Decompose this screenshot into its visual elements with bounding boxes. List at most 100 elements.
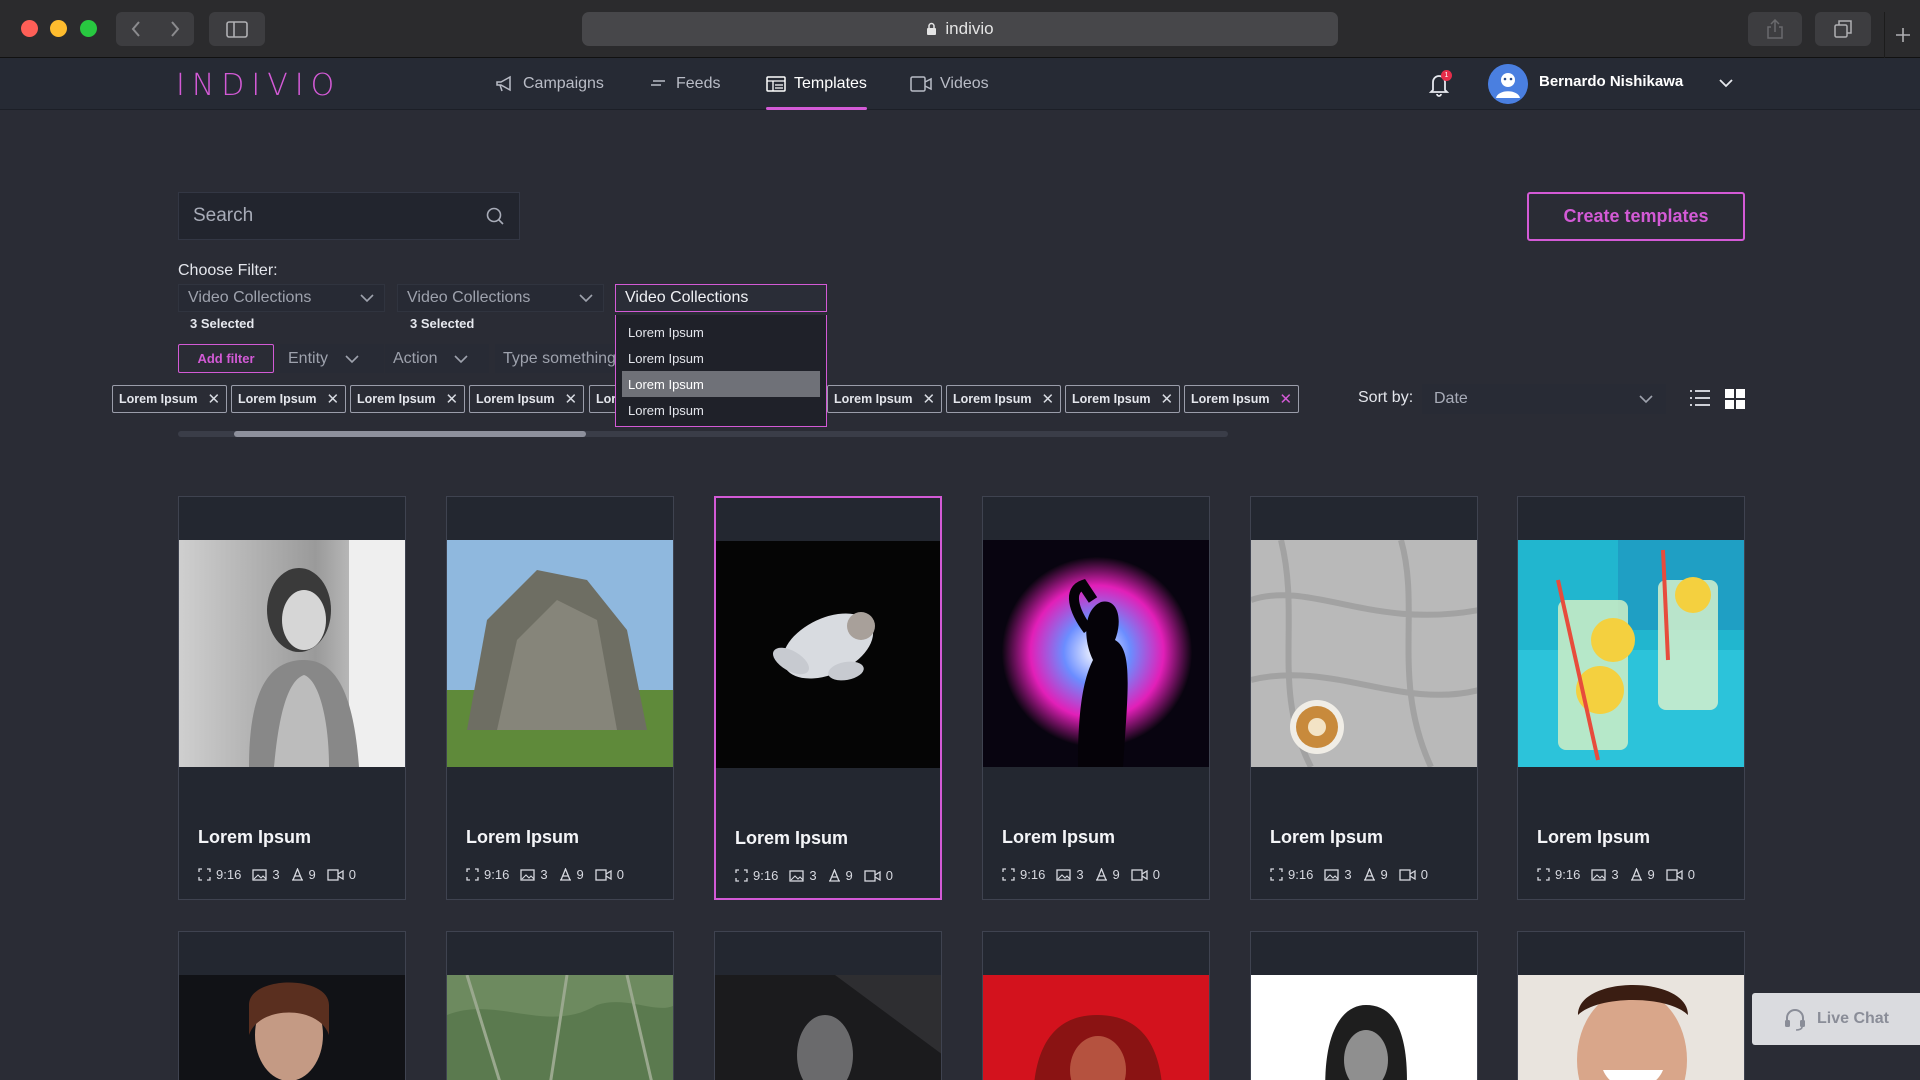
close-icon[interactable]: ✕ — [1280, 390, 1293, 408]
filter-chip: Lorem Ipsum ✕ — [827, 385, 943, 413]
video-icon — [864, 869, 881, 882]
chevron-left-icon — [131, 21, 140, 37]
user-name[interactable]: Bernardo Nishikawa — [1539, 73, 1683, 90]
sort-select[interactable]: Date — [1422, 384, 1666, 414]
share-icon — [1767, 19, 1783, 39]
template-card[interactable] — [446, 931, 674, 1080]
videos-count: 0 — [1687, 867, 1696, 882]
nav-campaigns[interactable]: Campaigns — [495, 58, 604, 110]
close-icon[interactable]: ✕ — [327, 390, 340, 408]
images-count: 3 — [272, 867, 280, 882]
template-card[interactable] — [1517, 931, 1745, 1080]
texts-count: 9 — [576, 867, 584, 882]
dropdown-option[interactable]: Lorem Ipsum — [616, 397, 826, 423]
nav-videos[interactable]: Videos — [910, 58, 989, 110]
template-card[interactable] — [1250, 931, 1478, 1080]
list-view-icon[interactable] — [1689, 389, 1711, 407]
filter-text-input[interactable]: Type something — [495, 344, 615, 373]
search-input[interactable] — [193, 205, 485, 227]
template-title: Lorem Ipsum — [198, 827, 312, 847]
nav-feeds[interactable]: Feeds — [650, 58, 720, 110]
template-card-selected[interactable]: Lorem Ipsum 9:16 3 9 0 — [714, 496, 942, 900]
search-icon[interactable] — [485, 206, 505, 226]
template-card[interactable]: Lorem Ipsum 9:16 3 9 0 — [1517, 496, 1745, 900]
grid-view-icon[interactable] — [1725, 389, 1745, 409]
filter-select-2[interactable]: Video Collections — [397, 284, 604, 312]
filter-chip-label: Lorem Ipsum — [357, 392, 436, 406]
template-card[interactable]: Lorem Ipsum 9:16 3 9 0 — [446, 496, 674, 900]
template-card[interactable] — [178, 931, 406, 1080]
image-icon — [1591, 868, 1606, 881]
address-bar[interactable]: indivio — [582, 12, 1338, 46]
texts-count: 9 — [1647, 867, 1655, 882]
tab-overview-button[interactable] — [1815, 12, 1871, 46]
filter-select-1-note: 3 Selected — [190, 316, 255, 331]
nav-templates-label: Templates — [794, 75, 867, 92]
live-chat-button[interactable]: Live Chat — [1752, 993, 1920, 1045]
template-card[interactable]: Lorem Ipsum 9:16 3 9 0 — [982, 496, 1210, 900]
close-icon[interactable]: ✕ — [208, 390, 221, 408]
filter-chip: Lorem Ipsum ✕ — [1065, 385, 1181, 413]
filter-chip: Lorem Ipsum ✕ — [350, 385, 466, 413]
aspect-ratio-icon — [198, 868, 211, 881]
nav-templates[interactable]: Templates — [766, 58, 867, 110]
videos-count: 0 — [1152, 867, 1161, 882]
sidebar-toggle-button[interactable] — [209, 12, 265, 46]
add-filter-button[interactable]: Add filter — [178, 344, 274, 373]
close-icon[interactable]: ✕ — [1042, 390, 1055, 408]
notification-badge: 1 — [1441, 70, 1452, 81]
dropdown-option[interactable]: Lorem Ipsum — [616, 319, 826, 345]
forward-button[interactable] — [155, 12, 194, 46]
chevron-down-icon — [345, 354, 359, 363]
images-count: 3 — [1344, 867, 1352, 882]
minimize-window-button[interactable] — [50, 20, 67, 37]
close-icon[interactable]: ✕ — [446, 390, 459, 408]
template-thumbnail — [715, 975, 941, 1080]
template-card[interactable] — [982, 931, 1210, 1080]
dropdown-option[interactable]: Lorem Ipsum — [616, 345, 826, 371]
ratio-value: 9:16 — [1020, 867, 1046, 882]
close-icon[interactable]: ✕ — [923, 390, 936, 408]
filter-select-1[interactable]: Video Collections — [178, 284, 385, 312]
share-button[interactable] — [1748, 12, 1802, 46]
close-icon[interactable]: ✕ — [565, 390, 578, 408]
filter-select-1-value: Video Collections — [188, 289, 312, 306]
back-button[interactable] — [116, 12, 155, 46]
template-title: Lorem Ipsum — [735, 828, 849, 848]
new-tab-button[interactable] — [1884, 12, 1920, 58]
template-card[interactable] — [714, 931, 942, 1080]
avatar[interactable] — [1488, 64, 1528, 104]
aspect-ratio-icon — [1537, 868, 1550, 881]
video-icon — [595, 868, 612, 881]
entity-select[interactable]: Entity — [280, 344, 384, 373]
action-select[interactable]: Action — [385, 344, 489, 373]
template-card[interactable]: Lorem Ipsum 9:16 3 9 0 — [1250, 496, 1478, 900]
megaphone-icon — [496, 75, 511, 92]
close-window-button[interactable] — [21, 20, 38, 37]
chevron-down-icon[interactable] — [1718, 74, 1734, 92]
browser-toolbar: indivio — [0, 0, 1920, 58]
ratio-value: 9:16 — [1555, 867, 1581, 882]
chevron-down-icon — [1639, 395, 1653, 404]
chips-scrollbar[interactable] — [178, 431, 1228, 437]
scrollbar-thumb[interactable] — [234, 431, 586, 437]
filter-chip-label: Lorem Ipsum — [476, 392, 555, 406]
sort-label: Sort by: — [1358, 389, 1414, 406]
filter-chip-label: Lorem Ipsum — [119, 392, 198, 406]
filter-dropdown-menu: Lorem Ipsum Lorem Ipsum Lorem Ipsum Lore… — [615, 315, 827, 427]
entity-select-label: Entity — [288, 349, 329, 367]
template-meta: 9:16 3 9 0 — [198, 867, 356, 882]
chevron-down-icon — [360, 294, 374, 303]
videos-count: 0 — [348, 867, 357, 882]
template-card[interactable]: Lorem Ipsum 9:16 3 9 0 — [178, 496, 406, 900]
ratio-value: 9:16 — [1288, 867, 1314, 882]
ratio-value: 9:16 — [484, 867, 510, 882]
filter-chip: Lorem Ipsum ✕ — [1184, 385, 1300, 413]
close-icon[interactable]: ✕ — [1161, 390, 1174, 408]
indivio-logo[interactable]: INDIVIO — [176, 68, 341, 103]
filter-select-3[interactable]: Video Collections — [615, 284, 827, 312]
dropdown-option-highlighted[interactable]: Lorem Ipsum — [622, 371, 820, 397]
zoom-window-button[interactable] — [80, 20, 97, 37]
search-box — [178, 192, 520, 240]
create-templates-button[interactable]: Create templates — [1527, 192, 1745, 241]
